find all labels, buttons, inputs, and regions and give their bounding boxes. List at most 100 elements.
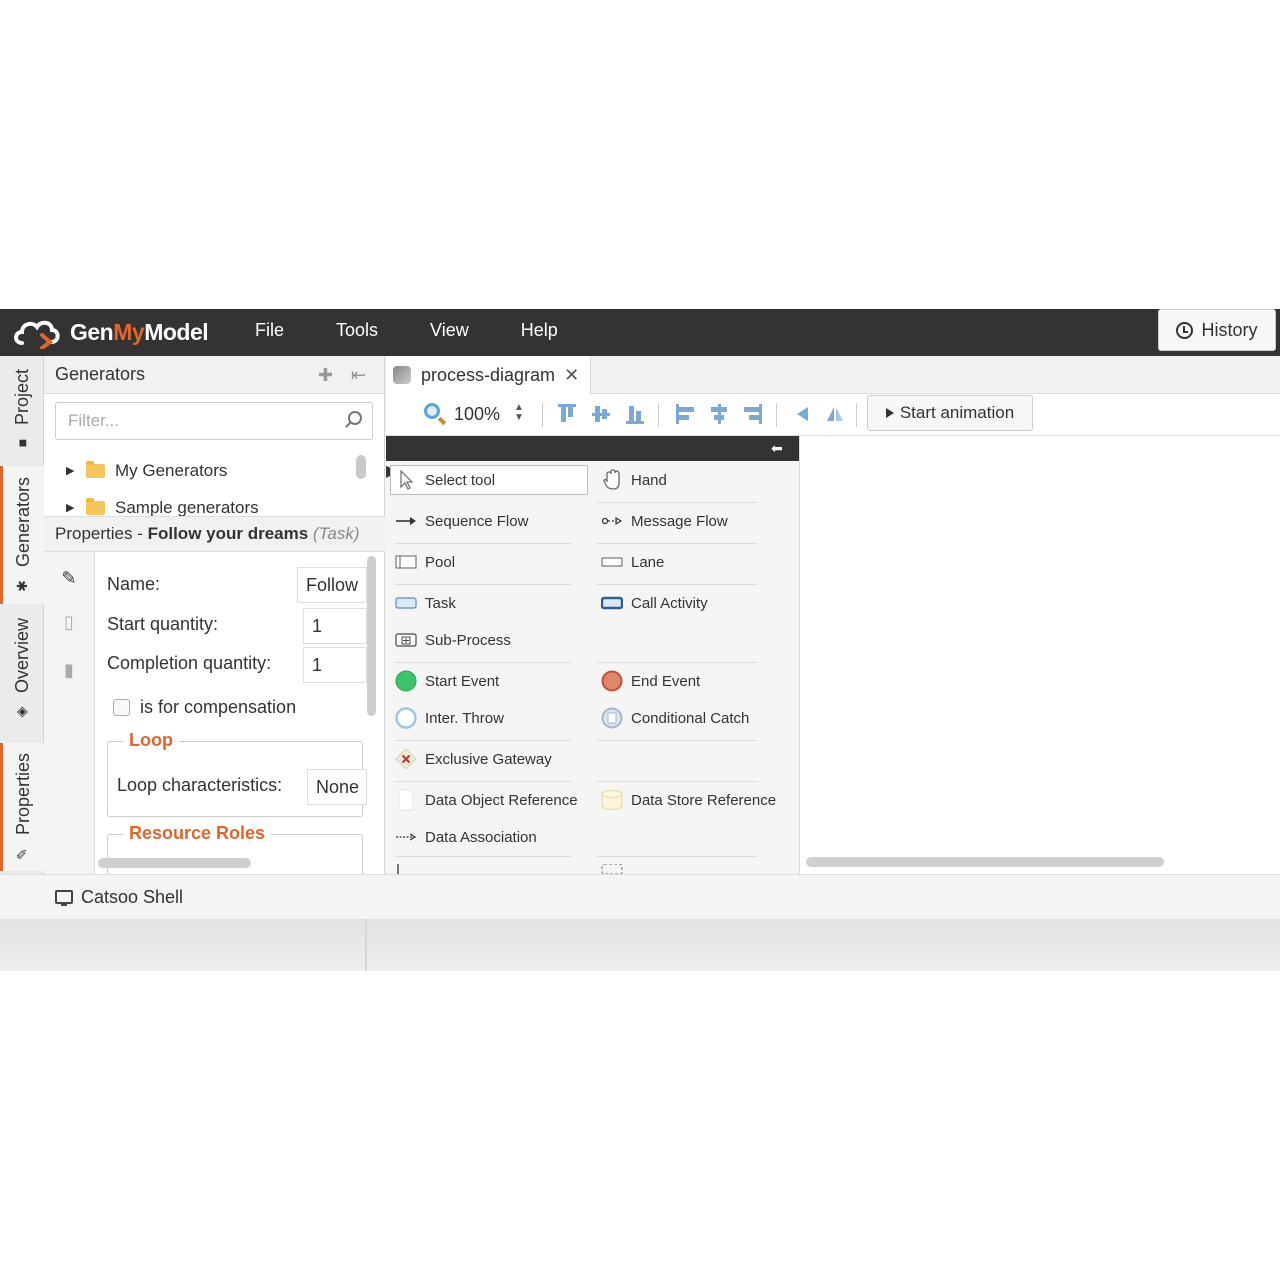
tab-process-diagram[interactable]: process-diagram ✕ [386,356,591,394]
genmymodel-app: GenMyModel File Tools View Help History … [0,309,1280,919]
menu-view[interactable]: View [411,309,502,356]
palette-group-partial[interactable] [600,864,631,874]
diagram-canvas[interactable]: ⬅ Select tool Hand Sequence Flow Message… [386,436,1280,874]
edit-pencil-icon[interactable]: ✎ [58,568,80,590]
zoom-icon[interactable] [424,403,440,419]
tab-properties[interactable]: ✎ Properties [0,743,44,871]
palette-inter-throw[interactable]: Inter. Throw [394,703,504,733]
close-tab-icon[interactable]: ✕ [564,365,579,386]
add-generator-icon[interactable]: ✚ [318,365,333,386]
palette-data-object-reference[interactable]: Data Object Reference [394,785,578,815]
tab-properties-label: Properties [13,752,33,836]
generators-title: Generators [55,364,146,384]
compensation-checkbox[interactable] [113,699,130,716]
palette-task[interactable]: Task [394,588,456,618]
properties-horizontal-scrollbar[interactable] [98,858,251,868]
tab-project[interactable]: ■ Project [0,356,44,464]
align-top-icon[interactable] [558,404,576,424]
generator-filter-input[interactable]: Filter... [55,402,373,440]
palette-data-store-reference[interactable]: Data Store Reference [600,785,776,815]
task-icon [394,592,418,614]
tab-overview-label: Overview [11,618,32,694]
history-button[interactable]: History [1158,309,1276,351]
cursor-arrow-icon [394,469,418,491]
palette-sequence-flow[interactable]: Sequence Flow [394,506,528,536]
palette-data-association[interactable]: Data Association [394,822,537,852]
conditional-catch-icon [600,707,624,729]
palette-pool[interactable]: Pool [394,547,455,577]
data-object-icon [394,789,418,811]
zoom-stepper-icon[interactable]: ▲ ▼ [514,403,524,423]
element-name: Follow your dreams [147,524,309,543]
gear-icon: ✱ [15,577,32,594]
left-panel: Generators ✚ ⇤ Filter... ▶ My Generators… [44,356,385,874]
element-palette: ⬅ Select tool Hand Sequence Flow Message… [386,436,800,874]
align-left-icon[interactable] [676,404,694,424]
properties-vertical-scrollbar[interactable] [367,556,376,716]
palette-label: End Event [631,672,701,690]
loop-characteristics-select[interactable]: None [307,769,367,805]
intermediate-throw-icon [394,707,418,729]
start-animation-button[interactable]: Start animation [867,395,1033,431]
palette-conditional-catch[interactable]: Conditional Catch [600,703,749,733]
palette-label: Data Object Reference [425,791,578,809]
completion-quantity-field[interactable]: 1 [303,647,367,683]
genmymodel-logo[interactable]: GenMyModel [12,314,209,350]
align-center-icon[interactable] [710,404,728,424]
distribute-vertical-icon[interactable] [826,404,844,424]
canvas-horizontal-scrollbar[interactable] [806,857,1164,867]
palette-select-tool[interactable]: Select tool [394,465,495,495]
bookmark-icon[interactable]: ▮ [58,660,80,682]
compensation-label: is for compensation [140,697,297,717]
properties-form: Name: Follow Start quantity: 1 Completio… [95,552,385,874]
distribute-horizontal-icon[interactable] [794,404,812,424]
window-shadow [0,919,1280,971]
tree-item-sample-generators[interactable]: ▶ Sample generators [66,489,366,516]
properties-side-tabs: ✎ ▯ ▮ [44,552,95,874]
collapse-panel-icon[interactable]: ⇤ [351,365,366,386]
palette-end-event[interactable]: End Event [600,666,700,696]
catsoo-shell-tab[interactable]: Catsoo Shell [81,887,183,908]
palette-text-annotation-partial[interactable] [394,864,425,874]
zoom-level[interactable]: 100% [454,404,500,425]
align-bottom-icon[interactable] [626,404,644,424]
editor-tab-bar: process-diagram ✕ [386,356,1280,394]
palette-label: Inter. Throw [425,709,504,727]
document-icon[interactable]: ▯ [58,612,80,634]
menu-help[interactable]: Help [502,309,591,356]
align-middle-icon[interactable] [592,404,610,424]
expand-arrow-icon[interactable]: ▶ [66,464,86,477]
menu-file[interactable]: File [236,309,317,356]
tree-scrollbar[interactable] [356,455,366,479]
folder-icon [86,497,105,515]
palette-exclusive-gateway[interactable]: Exclusive Gateway [394,744,552,774]
menu-tools[interactable]: Tools [317,309,411,356]
data-store-icon [600,789,624,811]
palette-sub-process[interactable]: Sub-Process [394,625,511,655]
compensation-row[interactable]: is for compensation [113,697,296,718]
palette-message-flow[interactable]: Message Flow [600,506,728,536]
generators-panel-header: Generators ✚ ⇤ [44,356,384,394]
folder-icon [86,460,105,478]
collapse-palette-icon[interactable]: ⬅ [771,441,785,455]
generators-tree: ▶ My Generators ▶ Sample generators [66,452,366,516]
tab-generators[interactable]: ✱ Generators [0,466,44,604]
palette-label: Sequence Flow [425,512,529,530]
palette-start-event[interactable]: Start Event [394,666,499,696]
palette-lane[interactable]: Lane [600,547,664,577]
start-quantity-field[interactable]: 1 [303,608,367,644]
resource-roles-legend: Resource Roles [123,823,272,844]
tree-item-my-generators[interactable]: ▶ My Generators [66,452,366,489]
palette-label: Data Association [425,828,537,846]
tab-overview[interactable]: ◈ Overview [0,608,44,730]
palette-call-activity[interactable]: Call Activity [600,588,708,618]
tab-project-label: Project [11,368,32,426]
cloud-logo-icon [14,320,60,349]
element-type: (Task) [312,524,360,543]
logo-text: GenMyModel [70,318,209,345]
expand-arrow-icon[interactable]: ▶ [66,501,86,514]
name-field[interactable]: Follow [297,567,367,603]
dotted-arrow-icon [394,826,418,848]
align-right-icon[interactable] [744,404,762,424]
palette-hand[interactable]: Hand [600,465,667,495]
